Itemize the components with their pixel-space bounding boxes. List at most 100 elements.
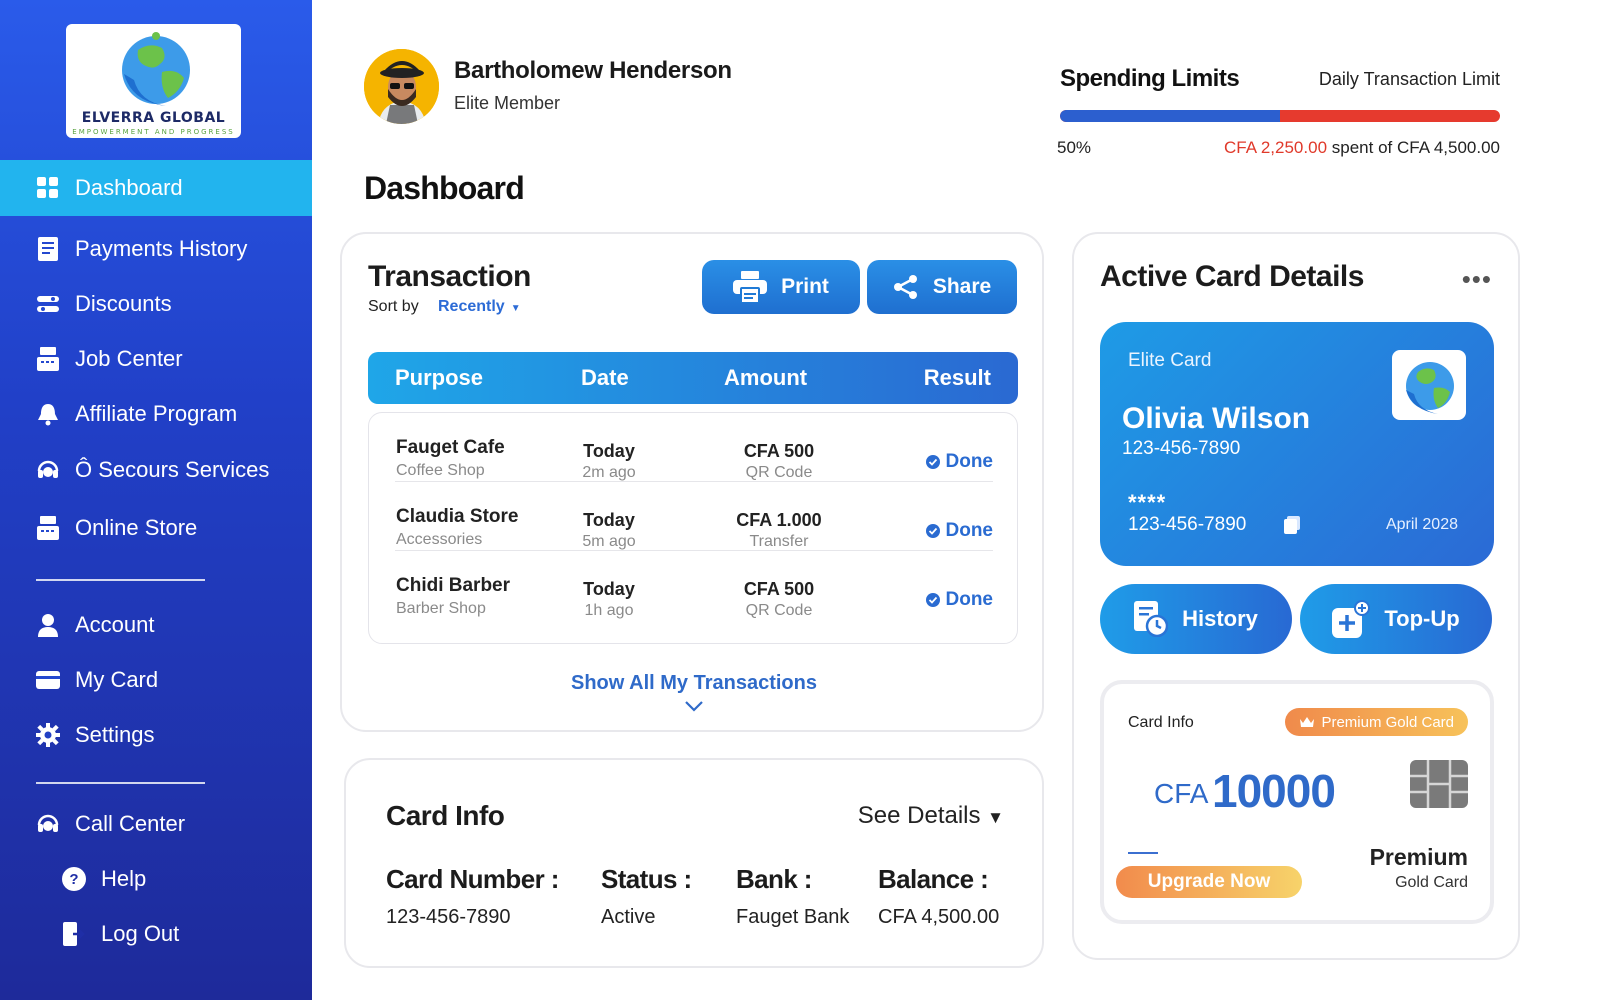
tx-result: Done [925, 589, 993, 611]
see-details-dropdown[interactable]: See Details ▼ [858, 802, 1004, 830]
user-avatar-icon [364, 49, 439, 124]
print-label: Print [781, 275, 829, 298]
add-card-icon [1332, 600, 1371, 638]
upgrade-now-button[interactable]: Upgrade Now [1116, 866, 1302, 898]
card-masked-digits: **** [1128, 490, 1167, 515]
avatar[interactable] [364, 49, 439, 124]
tx-result-label: Done [945, 451, 994, 472]
chevron-down-icon[interactable] [684, 700, 704, 712]
card-info-label: Card Info [1128, 714, 1194, 731]
page-title: Dashboard [364, 170, 525, 206]
spent-of-total: spent of CFA 4,500.00 [1327, 138, 1500, 157]
share-label: Share [932, 275, 992, 298]
spending-progress-bar [1060, 110, 1500, 122]
share-icon [893, 275, 917, 299]
check-badge-icon [925, 593, 940, 607]
sidebar-item-log-out[interactable]: Log Out [0, 911, 312, 957]
copy-icon[interactable] [1284, 516, 1300, 534]
sidebar-item-label: Online Store [75, 515, 198, 540]
status-label: Status : [601, 864, 692, 894]
sidebar-item-label: Job Center [75, 346, 183, 371]
sidebar-item-label: My Card [75, 667, 159, 692]
tx-result-label: Done [945, 520, 994, 541]
balance-amount: 10000 [1212, 765, 1336, 817]
table-row[interactable]: Claudia Store Accessories Today 5m ago C… [369, 482, 1019, 551]
tx-method: QR Code [745, 464, 813, 481]
headset-icon [36, 458, 60, 482]
merchant-category: Accessories [396, 531, 483, 548]
status-value: Active [601, 906, 656, 928]
history-button[interactable]: History [1100, 584, 1292, 654]
share-button[interactable]: Share [867, 260, 1017, 314]
sidebar-item-my-card[interactable]: My Card [0, 657, 312, 703]
column-amount: Amount [724, 365, 808, 390]
top-up-button[interactable]: Top-Up [1300, 584, 1492, 654]
sidebar-item-secours-services[interactable]: Ô Secours Services [0, 447, 312, 493]
sort-label: Sort by [368, 298, 419, 315]
gear-icon [36, 723, 60, 747]
register-icon [36, 516, 60, 540]
history-label: History [1182, 606, 1258, 631]
transactions-table-header: Purpose Date Amount Result [368, 352, 1018, 404]
card-number-value: 123-456-7890 [386, 906, 511, 928]
spending-progress-fill [1060, 110, 1280, 122]
sidebar-item-label: Account [75, 612, 155, 637]
sidebar-item-label: Call Center [75, 811, 186, 836]
sort-dropdown[interactable]: Recently ▼ [438, 298, 521, 316]
spent-amount: CFA 2,250.00 [1224, 138, 1328, 157]
premium-card-info: Card Info Premium Gold Card CFA 10000 Up… [1100, 680, 1494, 924]
tx-time: 5m ago [582, 533, 636, 550]
grid-icon [36, 176, 60, 200]
tx-result: Done [925, 520, 994, 542]
user-icon [36, 613, 60, 637]
tx-time: 2m ago [582, 464, 636, 481]
user-tier: Elite Member [454, 93, 561, 113]
headset-icon [36, 812, 60, 836]
brand-logo: ELVERRA GLOBAL EMPOWERMENT AND PROGRESS [66, 24, 241, 138]
premium-gold-badge: Premium Gold Card [1285, 708, 1468, 736]
sort-value: Recently [438, 298, 505, 315]
register-icon [36, 347, 60, 371]
premium-label: Premium [1369, 844, 1468, 870]
column-date: Date [581, 365, 629, 390]
transactions-panel: Transaction Sort by Recently ▼ Print Shar… [340, 232, 1044, 732]
table-row[interactable]: Chidi Barber Barber Shop Today 1h ago CF… [369, 551, 1019, 620]
transactions-title: Transaction [368, 260, 531, 293]
more-options-icon[interactable]: ••• [1462, 264, 1492, 295]
caret-down-icon: ▼ [510, 303, 521, 314]
sidebar-item-help[interactable]: ? Help [0, 856, 312, 902]
crown-icon [1300, 717, 1315, 727]
card-info-panel: Card Info See Details ▼ Card Number : 12… [344, 758, 1044, 968]
card-info-title: Card Info [386, 800, 505, 831]
sidebar-item-discounts[interactable]: Discounts [0, 281, 312, 327]
sidebar-item-payments-history[interactable]: Payments History [0, 226, 312, 272]
check-badge-icon [925, 455, 940, 469]
card-number-label: Card Number : [386, 864, 559, 894]
elite-bank-card[interactable]: Elite Card Olivia Wilson 123-456-7890 **… [1100, 322, 1494, 566]
sidebar-item-label: Dashboard [75, 175, 183, 200]
table-row[interactable]: Fauget Cafe Coffee Shop Today 2m ago CFA… [369, 413, 1019, 482]
sidebar-item-dashboard[interactable]: Dashboard [0, 160, 312, 216]
bank-value: Fauget Bank [736, 906, 850, 928]
sidebar-item-label: Help [101, 866, 147, 891]
active-card-title: Active Card Details [1100, 260, 1364, 293]
sidebar-item-account[interactable]: Account [0, 602, 312, 648]
sidebar: ELVERRA GLOBAL EMPOWERMENT AND PROGRESS … [0, 0, 312, 1000]
sidebar-item-online-store[interactable]: Online Store [0, 505, 312, 551]
sidebar-item-label: Settings [75, 722, 155, 747]
show-all-transactions-link[interactable]: Show All My Transactions [342, 672, 1046, 695]
sidebar-item-settings[interactable]: Settings [0, 712, 312, 758]
toggles-icon [36, 292, 60, 316]
sidebar-divider [36, 782, 205, 784]
sidebar-item-affiliate-program[interactable]: Affiliate Program [0, 391, 312, 437]
balance-label: Balance : [878, 864, 989, 894]
bank-label: Bank : [736, 864, 812, 894]
sidebar-item-call-center[interactable]: Call Center [0, 801, 312, 847]
print-button[interactable]: Print [702, 260, 860, 314]
merchant-category: Barber Shop [396, 600, 486, 617]
merchant-category: Coffee Shop [396, 462, 485, 479]
tx-day: Today [583, 441, 635, 461]
top-up-label: Top-Up [1384, 606, 1460, 631]
sidebar-item-job-center[interactable]: Job Center [0, 336, 312, 382]
card-holder-phone: 123-456-7890 [1122, 438, 1241, 459]
